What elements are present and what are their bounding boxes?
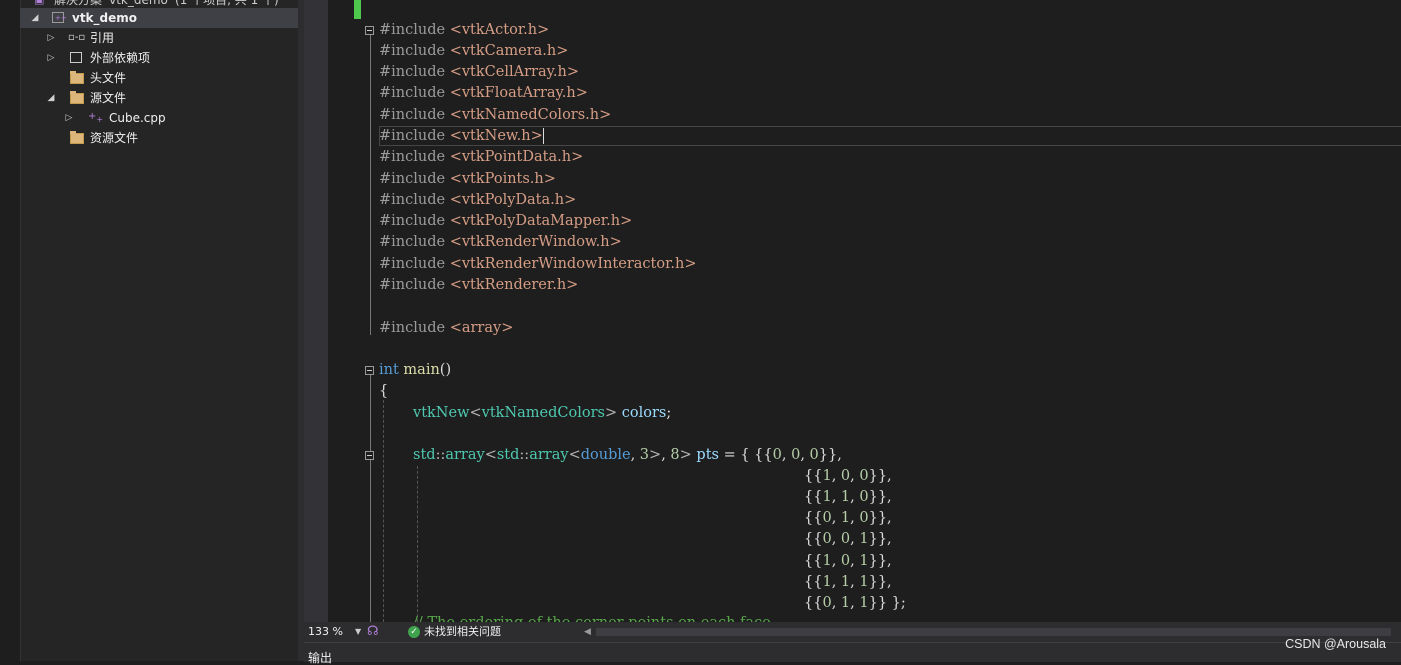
code-line-include-4: #include <vtkFloatArray.h> xyxy=(379,85,588,101)
code-line-include-7: #include <vtkPointData.h> xyxy=(379,149,584,165)
output-panel-title[interactable]: 输出 xyxy=(308,651,332,665)
solution-explorer: ▣ 解决方案 'vtk_demo' (1 个项目, 共 1 个) ◢ ++ vt… xyxy=(0,0,300,661)
indent-guide xyxy=(383,400,384,622)
intellicode-icon[interactable]: ☊ xyxy=(367,624,381,640)
scroll-left-icon[interactable]: ◀ xyxy=(584,622,591,642)
code-line-include-10: #include <vtkPolyDataMapper.h> xyxy=(379,213,633,229)
fold-collapse-icon[interactable] xyxy=(365,451,374,460)
fold-collapse-icon[interactable] xyxy=(365,26,374,35)
code-line-include-5: #include <vtkNamedColors.h> xyxy=(379,107,612,123)
output-panel: 输出 xyxy=(304,642,1401,665)
code-line-comment-partial: // The ordering of the corner points on … xyxy=(413,613,775,622)
collapse-arrow-icon[interactable]: ◢ xyxy=(46,88,56,108)
expand-arrow-icon[interactable]: ▷ xyxy=(46,28,56,48)
explorer-left-strip xyxy=(0,0,21,661)
references-icon: ▫-▫ xyxy=(68,32,86,43)
code-line-colors: vtkNew<vtkNamedColors> colors; xyxy=(413,405,672,421)
code-line-point-4: {{0, 1, 0}}, xyxy=(804,510,892,526)
tree-external-deps-label: 外部依赖项 xyxy=(90,51,151,65)
code-line-include-8: #include <vtkPoints.h> xyxy=(379,171,556,187)
code-line-point-5: {{0, 0, 1}}, xyxy=(804,531,892,547)
expand-arrow-icon[interactable]: ▷ xyxy=(46,48,56,68)
solution-icon: ▣ xyxy=(34,0,50,6)
cpp-file-icon: ++ xyxy=(88,111,104,124)
folder-icon xyxy=(70,71,84,84)
code-line-open-brace: { xyxy=(379,383,389,399)
external-deps-icon xyxy=(70,52,82,63)
code-line-pts: std::array<std::array<double, 3>, 8> pts… xyxy=(413,447,842,463)
fold-line xyxy=(370,375,371,622)
code-line-point-3: {{1, 1, 0}}, xyxy=(804,489,892,505)
tree-item-project[interactable]: ◢ ++ vtk_demo xyxy=(20,8,300,28)
code-editor[interactable]: #include <vtkActor.h> #include <vtkCamer… xyxy=(304,0,1401,622)
code-line-include-11: #include <vtkRenderWindow.h> xyxy=(379,234,622,250)
tree-item-cube-cpp[interactable]: ▷ ++ Cube.cpp xyxy=(20,108,300,128)
expand-arrow-icon[interactable]: ▷ xyxy=(64,108,74,128)
code-line-point-6: {{1, 0, 1}}, xyxy=(804,553,892,569)
issues-status[interactable]: 未找到相关问题 xyxy=(424,622,501,642)
indent-guide xyxy=(417,466,418,622)
code-line-main: int main() xyxy=(379,362,452,378)
folder-icon xyxy=(70,131,84,144)
tree-project-label: vtk_demo xyxy=(72,11,138,25)
tree-item-resource-files[interactable]: 资源文件 xyxy=(20,128,300,148)
folder-icon xyxy=(70,91,84,104)
code-line-point-7: {{1, 1, 1}}, xyxy=(804,574,892,590)
code-line-point-8: {{0, 1, 1}} }; xyxy=(804,595,906,611)
tree-header-files-label: 头文件 xyxy=(90,71,127,85)
tree-resource-files-label: 资源文件 xyxy=(90,131,139,145)
text-cursor xyxy=(542,128,544,144)
code-line-include-6: #include <vtkNew.h> xyxy=(379,128,544,144)
tree-cube-cpp-label: Cube.cpp xyxy=(109,111,166,125)
editor-status-bar: 133 % ▼ ☊ ✓ 未找到相关问题 ◀ xyxy=(304,622,1401,642)
check-icon: ✓ xyxy=(408,626,420,638)
horizontal-scrollbar[interactable] xyxy=(596,628,1391,636)
watermark: CSDN @Arousala xyxy=(1285,637,1386,651)
tree-item-external-deps[interactable]: ▷ 外部依赖项 xyxy=(20,48,300,68)
code-line-point-2: {{1, 0, 0}}, xyxy=(804,468,892,484)
code-line-include-13: #include <vtkRenderer.h> xyxy=(379,277,579,293)
code-line-include-2: #include <vtkCamera.h> xyxy=(379,43,569,59)
tree-item-source-files[interactable]: ◢ 源文件 xyxy=(20,88,300,108)
editor-margin xyxy=(304,0,328,622)
collapse-arrow-icon[interactable]: ◢ xyxy=(30,8,40,28)
zoom-dropdown-icon[interactable]: ▼ xyxy=(355,622,361,642)
code-line-include-9: #include <vtkPolyData.h> xyxy=(379,192,577,208)
code-line-include-12: #include <vtkRenderWindowInteractor.h> xyxy=(379,256,697,272)
code-line-include-array: #include <array> xyxy=(379,320,514,336)
zoom-level[interactable]: 133 % xyxy=(308,622,343,642)
fold-collapse-icon[interactable] xyxy=(365,366,374,375)
fold-line xyxy=(370,35,371,335)
tree-item-references[interactable]: ▷ ▫-▫ 引用 xyxy=(20,28,300,48)
tree-references-label: 引用 xyxy=(90,31,115,45)
code-line-include-1: #include <vtkActor.h> xyxy=(379,22,550,38)
code-line-include-3: #include <vtkCellArray.h> xyxy=(379,64,579,80)
tree-item-header-files[interactable]: 头文件 xyxy=(20,68,300,88)
change-marker xyxy=(354,0,361,19)
project-icon: ++ xyxy=(52,12,67,23)
tree-source-files-label: 源文件 xyxy=(90,91,127,105)
